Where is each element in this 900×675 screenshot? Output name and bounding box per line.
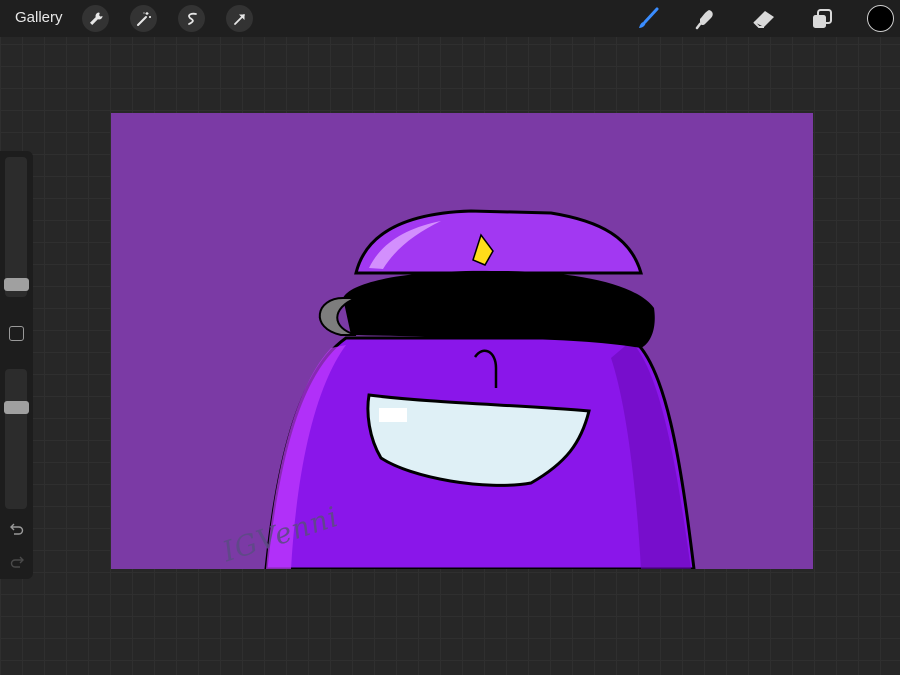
top-toolbar: Gallery <box>0 0 900 37</box>
wrench-icon <box>89 12 102 25</box>
transform-arrow-icon <box>233 13 245 25</box>
drawing-canvas[interactable]: IGVenni <box>111 113 813 569</box>
adjustments-magic-wand-icon[interactable] <box>130 5 157 32</box>
redo-button[interactable] <box>8 554 26 572</box>
smudge-icon <box>695 10 713 30</box>
selection-icon <box>187 12 197 25</box>
eraser-tool[interactable] <box>750 5 778 33</box>
modify-button[interactable] <box>9 326 24 341</box>
gallery-button[interactable]: Gallery <box>15 9 63 26</box>
opacity-slider[interactable] <box>5 369 27 509</box>
brush-tool[interactable] <box>634 5 662 33</box>
magic-wand-icon <box>136 11 151 26</box>
brush-size-slider-thumb[interactable] <box>4 277 29 291</box>
redo-icon <box>10 556 24 568</box>
sidebar <box>0 151 33 579</box>
brush-icon <box>639 7 659 28</box>
layers-tool[interactable] <box>808 5 836 33</box>
smudge-tool[interactable] <box>692 5 720 33</box>
transform-tool-icon[interactable] <box>226 5 253 32</box>
brush-size-slider[interactable] <box>5 157 27 297</box>
layers-icon <box>813 9 832 28</box>
color-picker-swatch[interactable] <box>867 5 894 32</box>
actions-wrench-icon[interactable] <box>82 5 109 32</box>
eraser-icon <box>753 11 774 28</box>
undo-icon <box>10 523 24 535</box>
undo-button[interactable] <box>8 521 26 539</box>
artwork <box>264 209 696 569</box>
selection-tool-icon[interactable] <box>178 5 205 32</box>
opacity-slider-thumb[interactable] <box>4 400 29 414</box>
